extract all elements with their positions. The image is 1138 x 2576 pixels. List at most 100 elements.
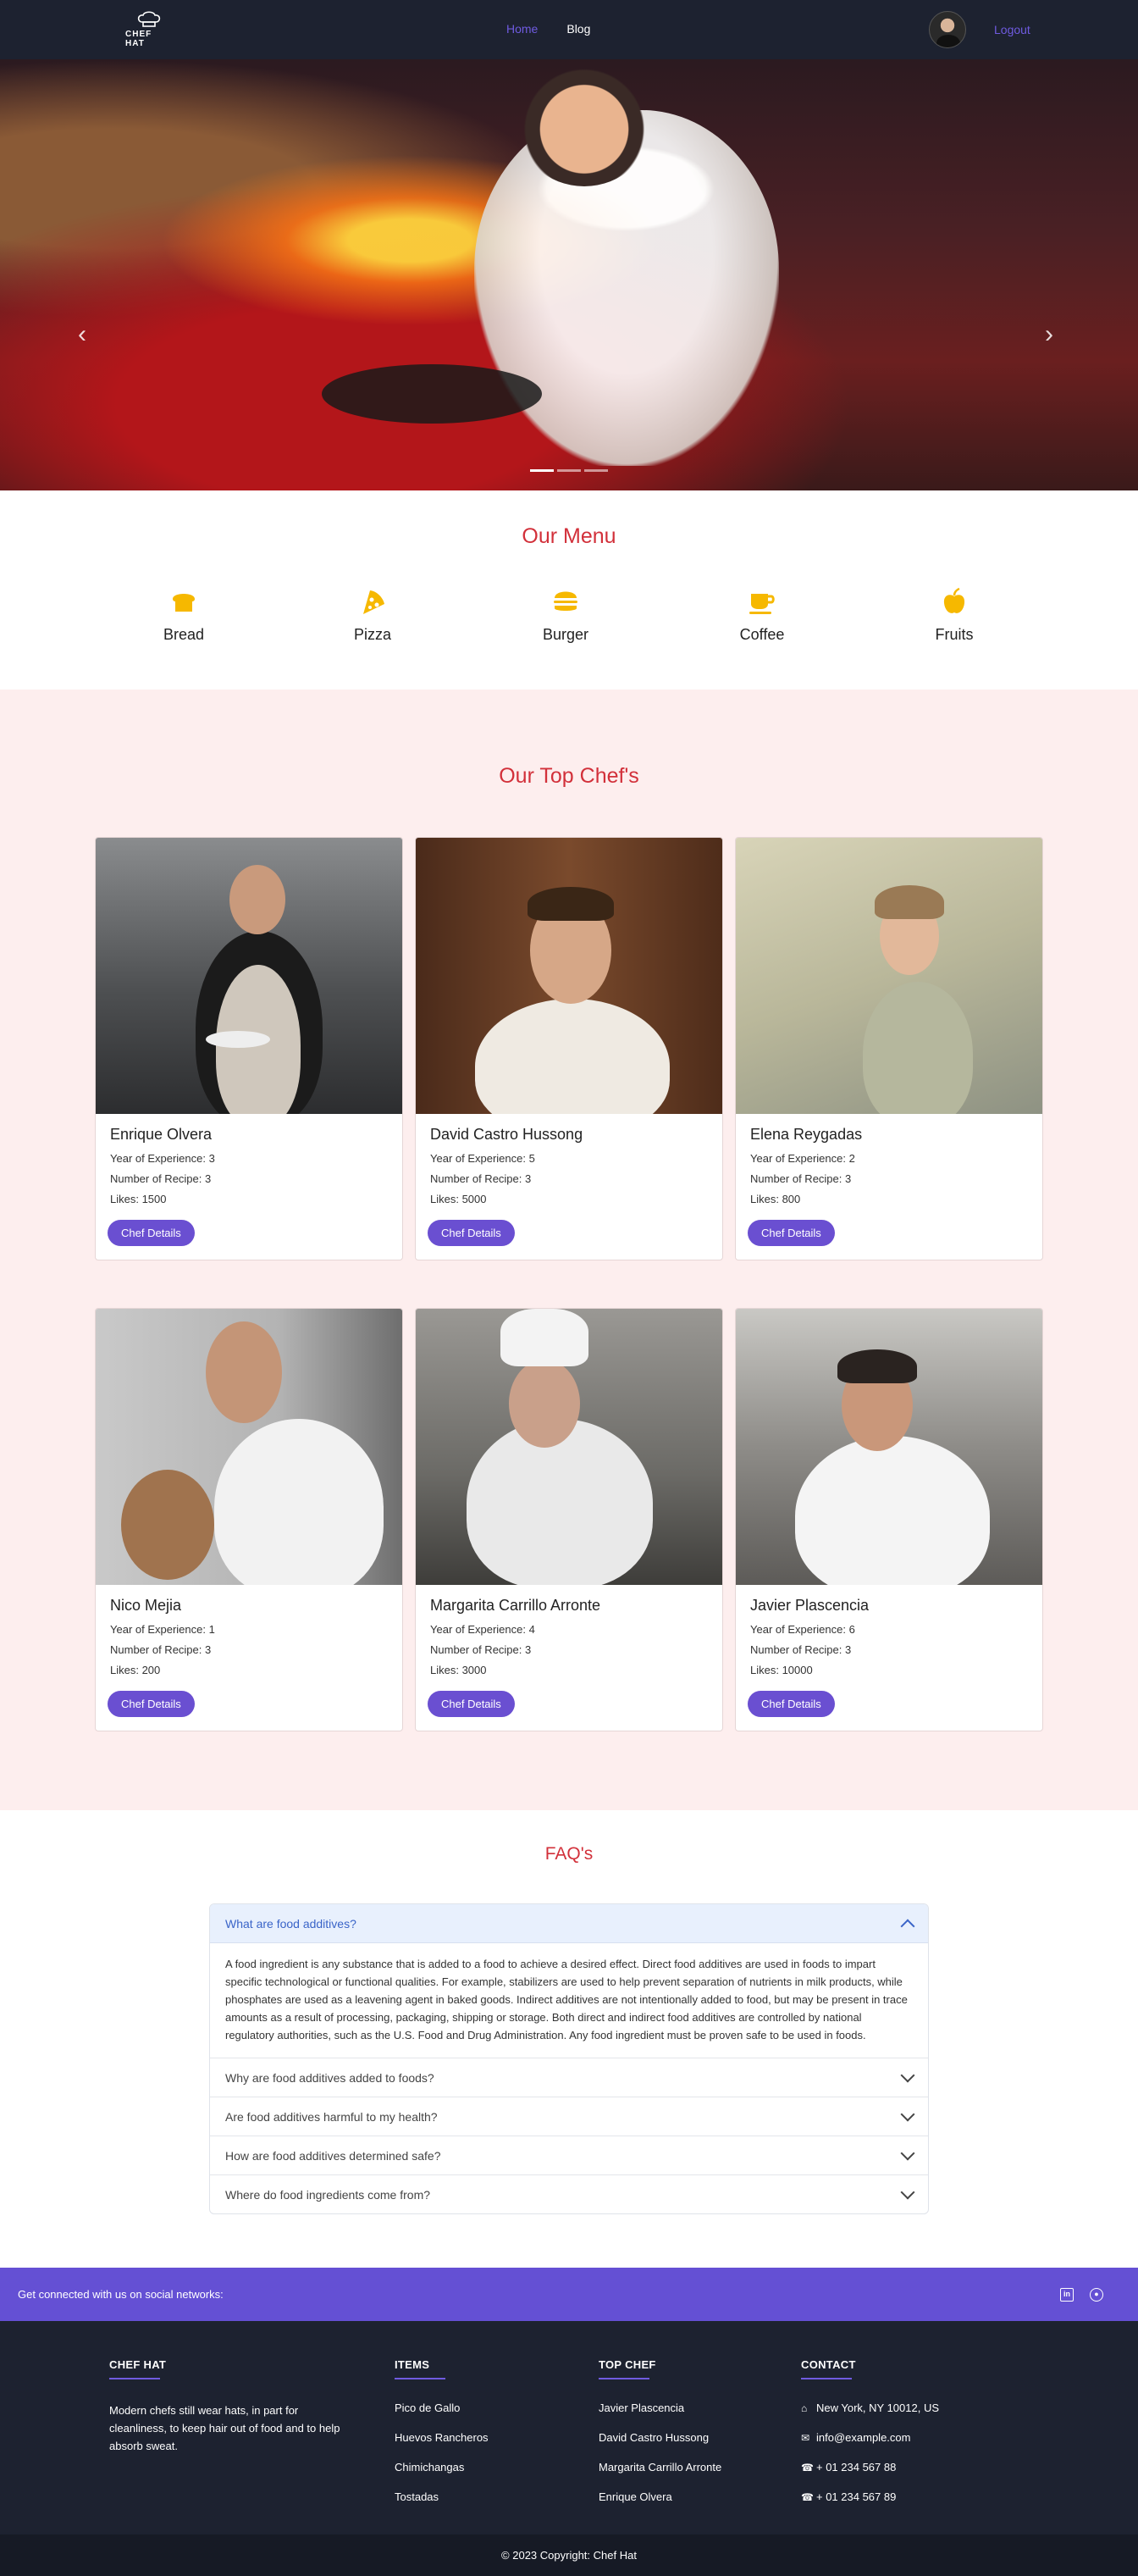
chef-photo	[96, 1309, 402, 1585]
chef-card: David Castro Hussong Year of Experience:…	[415, 837, 723, 1260]
faq-section: FAQ's What are food additives? A food in…	[0, 1810, 1138, 2268]
carousel-indicator[interactable]	[584, 469, 608, 472]
chef-experience: Year of Experience: 3	[110, 1152, 215, 1165]
chef-likes: Likes: 200	[110, 1664, 161, 1676]
hero-image-chef-head	[517, 59, 652, 186]
chef-details-button[interactable]: Chef Details	[748, 1691, 835, 1717]
chef-recipes: Number of Recipe: 3	[110, 1643, 212, 1656]
menu-item-burger[interactable]: Burger	[515, 585, 616, 644]
footer-phone-text: + 01 234 567 88	[816, 2461, 897, 2474]
chef-details-button[interactable]: Chef Details	[428, 1691, 515, 1717]
chef-hat-icon	[137, 11, 161, 27]
footer-link[interactable]: Chimichangas	[395, 2461, 489, 2474]
menu-section: Our Menu Bread Pizza Burger Coffee Fruit…	[0, 490, 1138, 690]
chef-photo	[416, 1309, 722, 1585]
chef-photo	[416, 838, 722, 1114]
email-icon: ✉	[801, 2431, 810, 2444]
footer-link[interactable]: Tostadas	[395, 2490, 489, 2503]
nav-blog-link[interactable]: Blog	[566, 22, 590, 36]
chef-name: Margarita Carrillo Arronte	[430, 1597, 601, 1614]
faq-question[interactable]: Where do food ingredients come from?	[210, 2174, 928, 2213]
top-chefs-title: Our Top Chef's	[499, 764, 639, 788]
chef-experience: Year of Experience: 6	[750, 1623, 855, 1636]
phone-icon: ☎	[801, 2461, 814, 2474]
footer-link[interactable]: Pico de Gallo	[395, 2401, 489, 2414]
footer-phone[interactable]: ☎ + 01 234 567 88	[801, 2461, 939, 2474]
footer-email[interactable]: ✉ info@example.com	[801, 2431, 939, 2444]
footer-top-chef: TOP CHEF Javier Plascencia David Castro …	[599, 2358, 721, 2520]
brand-logo[interactable]: CHEF HAT	[125, 10, 173, 49]
carousel-indicator[interactable]	[530, 469, 554, 472]
carousel-next-icon[interactable]: ›	[1045, 322, 1062, 347]
logout-link[interactable]: Logout	[994, 23, 1030, 36]
burger-icon	[554, 591, 577, 611]
faq-question-text: Are food additives harmful to my health?	[225, 2109, 438, 2124]
chef-name: Javier Plascencia	[750, 1597, 870, 1614]
user-avatar[interactable]	[929, 11, 966, 48]
footer-link[interactable]: Huevos Rancheros	[395, 2431, 489, 2444]
chevron-up-icon	[900, 1919, 915, 1933]
chef-name: Enrique Olvera	[110, 1126, 213, 1143]
footer-phone[interactable]: ☎ + 01 234 567 89	[801, 2490, 939, 2503]
chef-details-button[interactable]: Chef Details	[108, 1220, 195, 1246]
menu-item-coffee[interactable]: Coffee	[711, 585, 813, 644]
chef-recipes: Number of Recipe: 3	[750, 1172, 852, 1185]
menu-item-fruits[interactable]: Fruits	[903, 585, 1005, 644]
faq-question-text: Why are food additives added to foods?	[225, 2070, 434, 2085]
copyright-bar: © 2023 Copyright: Chef Hat	[0, 2534, 1138, 2576]
menu-item-bread[interactable]: Bread	[133, 585, 235, 644]
faq-title: FAQ's	[544, 1844, 594, 1864]
faq-question[interactable]: Why are food additives added to foods?	[210, 2058, 928, 2097]
footer-link[interactable]: Javier Plascencia	[599, 2401, 721, 2414]
chef-experience: Year of Experience: 4	[430, 1623, 535, 1636]
footer-about: CHEF HAT Modern chefs still wear hats, i…	[109, 2358, 346, 2455]
apple-icon	[943, 587, 965, 613]
chef-details-button[interactable]: Chef Details	[428, 1220, 515, 1246]
faq-accordion: What are food additives? A food ingredie…	[209, 1903, 929, 2214]
menu-item-pizza[interactable]: Pizza	[322, 585, 423, 644]
chef-experience: Year of Experience: 1	[110, 1623, 215, 1636]
nav-home-link[interactable]: Home	[506, 22, 538, 36]
footer-items: ITEMS Pico de Gallo Huevos Rancheros Chi…	[395, 2358, 489, 2520]
chef-card: Enrique Olvera Year of Experience: 3 Num…	[95, 837, 403, 1260]
chef-details-button[interactable]: Chef Details	[748, 1220, 835, 1246]
faq-question[interactable]: How are food additives determined safe?	[210, 2136, 928, 2174]
linkedin-icon[interactable]: in	[1060, 2288, 1074, 2302]
chevron-down-icon	[900, 2185, 915, 2199]
top-chefs-section: Our Top Chef's Enrique Olvera Year of Ex…	[0, 690, 1138, 1810]
footer-link[interactable]: David Castro Hussong	[599, 2431, 721, 2444]
footer-link[interactable]: Enrique Olvera	[599, 2490, 721, 2503]
footer-divider	[599, 2378, 649, 2379]
chef-name: Elena Reygadas	[750, 1126, 863, 1143]
github-icon[interactable]: ●	[1090, 2288, 1103, 2302]
carousel-prev-icon[interactable]: ‹	[78, 322, 95, 347]
chef-experience: Year of Experience: 5	[430, 1152, 535, 1165]
chef-likes: Likes: 10000	[750, 1664, 813, 1676]
footer-link[interactable]: Margarita Carrillo Arronte	[599, 2461, 721, 2474]
footer-divider	[801, 2378, 852, 2379]
navbar: CHEF HAT Home Blog Logout	[0, 0, 1138, 59]
footer-heading: CHEF HAT	[109, 2358, 167, 2371]
main-nav: Home Blog	[506, 22, 590, 36]
chef-recipes: Number of Recipe: 3	[750, 1643, 852, 1656]
faq-question-text: Where do food ingredients come from?	[225, 2187, 431, 2202]
chef-recipes: Number of Recipe: 3	[430, 1643, 532, 1656]
footer-about-text: Modern chefs still wear hats, in part fo…	[109, 2404, 340, 2452]
faq-question[interactable]: What are food additives?	[210, 1904, 928, 1943]
bread-icon	[173, 594, 195, 612]
faq-question[interactable]: Are food additives harmful to my health?	[210, 2097, 928, 2136]
menu-item-label: Bread	[163, 626, 205, 643]
chef-details-button[interactable]: Chef Details	[108, 1691, 195, 1717]
chevron-down-icon	[900, 2146, 915, 2160]
footer-address-text: New York, NY 10012, US	[816, 2401, 940, 2414]
carousel-indicator[interactable]	[557, 469, 581, 472]
chef-likes: Likes: 800	[750, 1193, 801, 1205]
chef-likes: Likes: 3000	[430, 1664, 487, 1676]
chevron-down-icon	[900, 2068, 915, 2082]
carousel-indicators	[530, 469, 608, 472]
social-bar: Get connected with us on social networks…	[0, 2268, 1138, 2321]
footer-divider	[109, 2378, 160, 2379]
chef-card: Elena Reygadas Year of Experience: 2 Num…	[735, 837, 1043, 1260]
footer-address: ⌂ New York, NY 10012, US	[801, 2401, 939, 2414]
footer-heading: CONTACT	[801, 2358, 856, 2371]
